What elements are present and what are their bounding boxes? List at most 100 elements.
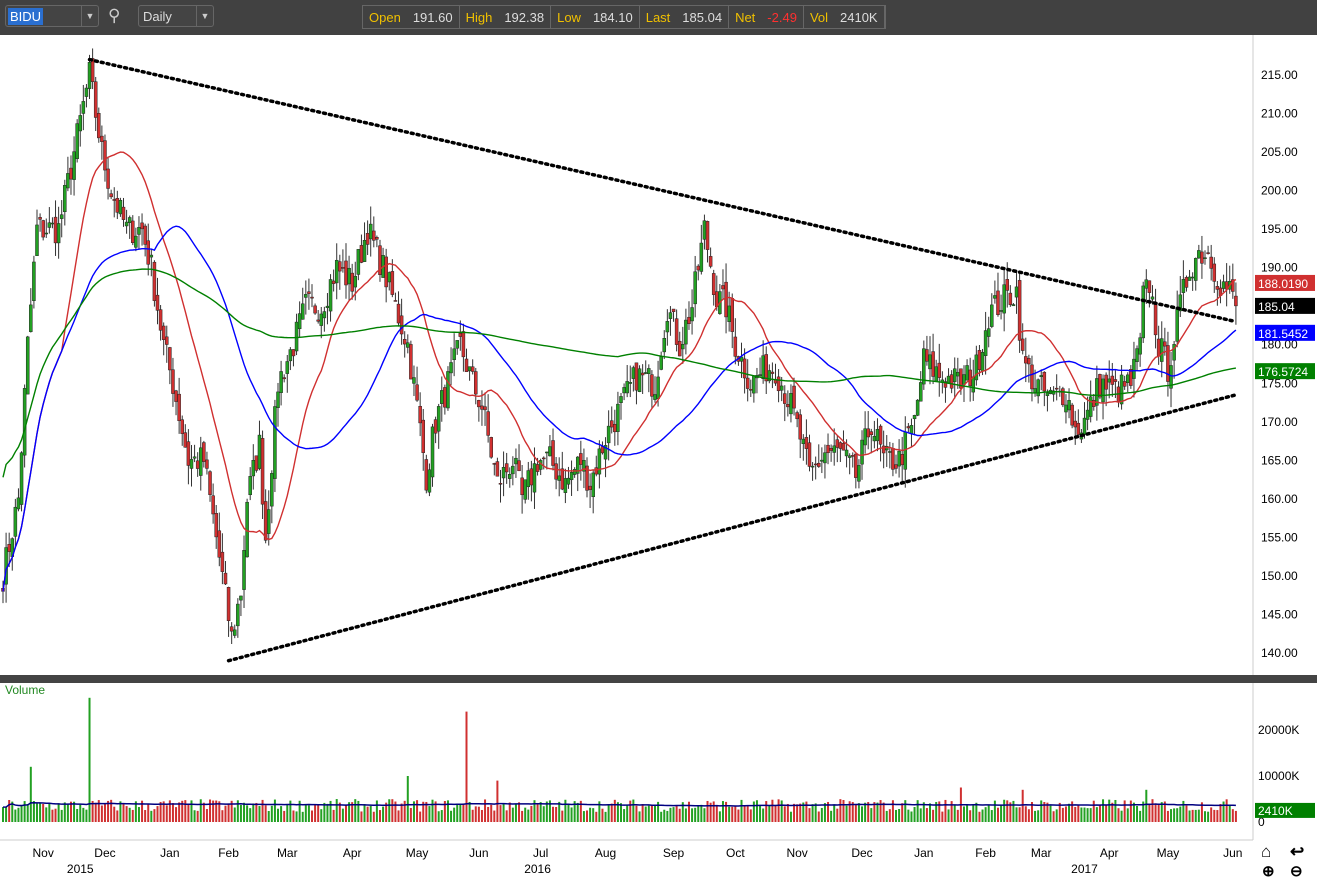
candle <box>1184 277 1189 288</box>
volume-bar <box>743 806 746 822</box>
volume-bar <box>301 811 304 822</box>
candle <box>548 446 552 457</box>
candle <box>572 469 577 475</box>
symbol-select[interactable]: BIDU ▼ <box>5 5 99 27</box>
candle <box>952 368 957 382</box>
candle <box>63 185 67 213</box>
candle <box>996 290 1000 315</box>
candle <box>112 199 116 201</box>
quote-high: High 192.38 <box>460 6 552 28</box>
volume-bar <box>462 803 465 822</box>
candle <box>860 439 864 465</box>
volume-bar <box>246 805 249 822</box>
price-chart[interactable]: 215.00 210.00 205.00 200.00 195.00 190.00 185.… <box>0 35 1317 883</box>
volume-bar <box>811 804 814 822</box>
candle <box>1181 279 1186 293</box>
volume-bar <box>378 810 381 822</box>
undo-icon[interactable]: ↩ <box>1290 842 1304 862</box>
volume-bar <box>518 802 521 822</box>
volume-bar <box>650 805 653 822</box>
candle <box>687 316 691 324</box>
volume-bar <box>799 803 802 822</box>
volume-bar <box>576 802 579 822</box>
chevron-down-icon[interactable]: ▼ <box>196 6 213 26</box>
candle <box>529 468 534 486</box>
volume-bar <box>477 806 480 822</box>
symbol-value[interactable]: BIDU <box>8 8 44 25</box>
volume-bar <box>150 810 153 822</box>
volume-bar <box>1034 810 1037 822</box>
quote-value: 185.04 <box>682 9 723 25</box>
candle <box>891 447 895 470</box>
candle <box>1064 404 1068 413</box>
candle <box>705 221 710 250</box>
candle <box>866 428 870 438</box>
candle <box>467 366 472 372</box>
candle <box>180 419 184 434</box>
volume-bar <box>1194 809 1197 822</box>
candle <box>693 271 697 305</box>
volume-bar <box>131 809 134 822</box>
volume-bar <box>768 805 771 822</box>
candle <box>452 348 456 360</box>
volume-bar <box>471 809 474 822</box>
candle <box>350 272 354 292</box>
volume-bar <box>1136 805 1139 822</box>
candle <box>372 230 376 241</box>
zoom-in-icon[interactable]: ⊕ <box>1262 862 1275 880</box>
volume-bar <box>119 801 122 822</box>
volume-bar <box>2 807 4 822</box>
volume-bar <box>638 811 641 822</box>
candle <box>971 376 976 393</box>
candle <box>928 354 932 370</box>
candle <box>847 455 852 458</box>
volume-bar <box>1123 800 1126 822</box>
volume-bar <box>505 810 508 822</box>
volume-bar <box>156 806 159 822</box>
volume-bar <box>613 799 616 822</box>
volume-bar <box>29 766 32 822</box>
volume-bar <box>570 807 573 822</box>
candle <box>1138 337 1142 355</box>
volume-bar <box>755 800 758 822</box>
zoom-out-icon[interactable]: ⊖ <box>1290 862 1303 880</box>
volume-bar <box>901 803 904 822</box>
candle <box>949 374 954 389</box>
quote-low: Low 184.10 <box>551 6 640 28</box>
interval-select[interactable]: Daily ▼ <box>138 5 214 27</box>
candle <box>888 451 892 453</box>
volume-bar <box>196 810 199 822</box>
candle <box>1144 279 1149 289</box>
candle <box>1175 307 1179 342</box>
candle <box>331 280 336 284</box>
candle <box>211 495 215 515</box>
volume-bar <box>564 799 567 822</box>
home-icon[interactable]: ⌂ <box>1261 842 1271 862</box>
candle <box>498 483 503 485</box>
volume-bar <box>267 811 270 822</box>
volume-bar <box>456 803 459 822</box>
volume-bar <box>561 810 564 822</box>
candle <box>727 305 731 322</box>
candle <box>514 457 518 465</box>
candle <box>650 374 654 397</box>
volume-bar <box>632 799 635 822</box>
volume-bar <box>823 803 826 822</box>
candle <box>931 351 935 377</box>
candle <box>990 304 994 327</box>
volume-bar <box>122 803 125 822</box>
chevron-down-icon[interactable]: ▼ <box>81 6 98 26</box>
candle <box>869 431 874 436</box>
quote-label: Vol <box>809 9 829 25</box>
price-tick-label: 150.00 <box>1261 569 1298 583</box>
volume-bar <box>885 810 888 822</box>
search-icon[interactable]: ⚲ <box>108 6 120 26</box>
volume-bar <box>1021 789 1024 822</box>
volume-bar <box>888 809 891 822</box>
candle <box>508 473 512 479</box>
volume-bar <box>1102 799 1105 822</box>
volume-bar <box>440 810 443 822</box>
candle <box>192 456 197 459</box>
panel-divider[interactable] <box>0 675 1317 683</box>
volume-bar <box>1086 808 1089 822</box>
